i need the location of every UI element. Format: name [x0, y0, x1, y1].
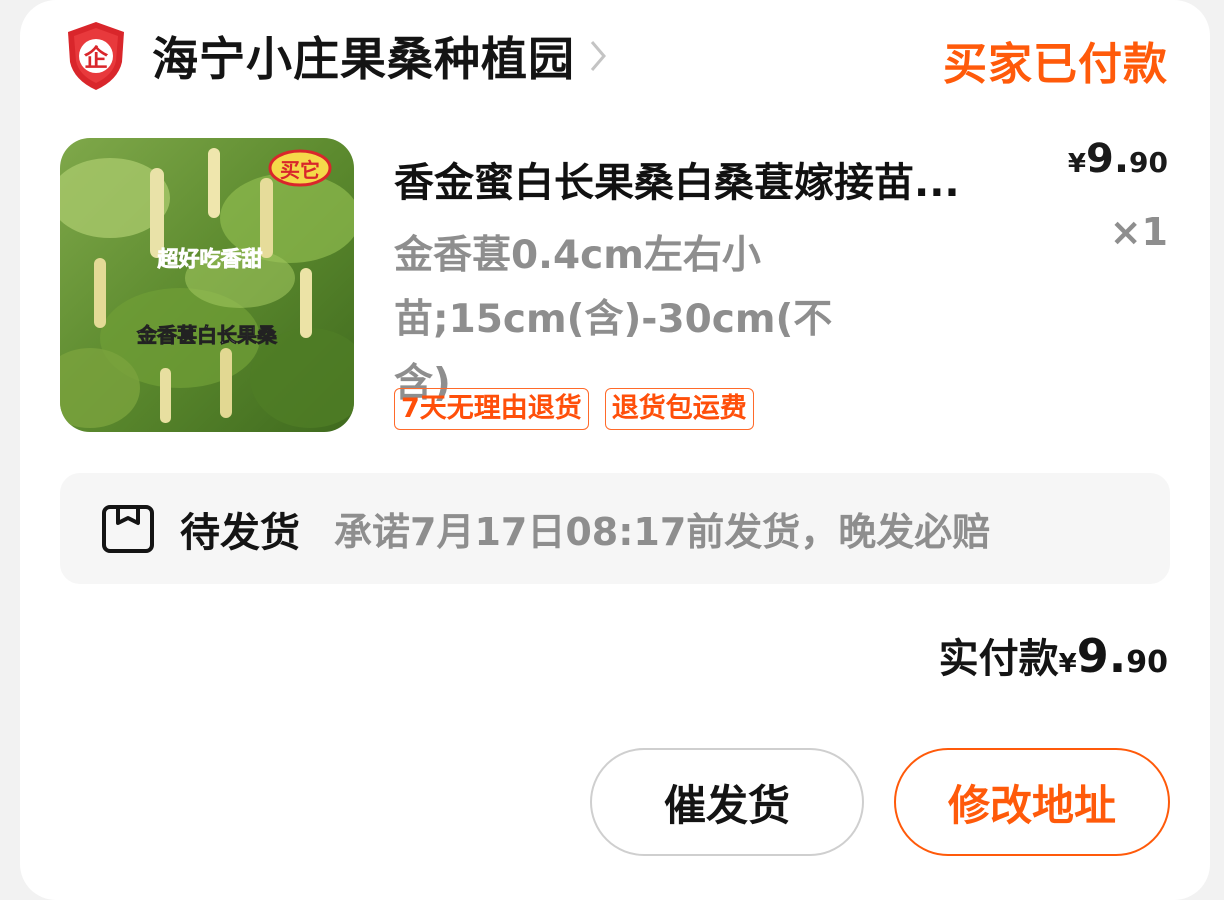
svg-text:企: 企 [84, 44, 109, 72]
product-title[interactable]: 香金蜜白长果桑白桑葚嫁接苗... [394, 150, 1054, 208]
amount-paid-currency: ¥ [1058, 649, 1077, 679]
shop-header[interactable]: 企 海宁小庄果桑种植园 [64, 18, 609, 94]
enterprise-shield-icon: 企 [68, 22, 124, 90]
price-currency: ¥ [1067, 149, 1086, 179]
chevron-right-icon[interactable] [587, 36, 609, 76]
amount-paid-decimal: 90 [1126, 645, 1168, 680]
shop-name[interactable]: 海宁小庄果桑种植园 [152, 23, 575, 89]
amount-paid-integer: 9. [1076, 629, 1127, 683]
order-card: 企 海宁小庄果桑种植园 买家已付款 买它 超好吃香甜 金香葚白长果桑 香金蜜白长… [20, 0, 1210, 900]
tag-7-day-return: 7天无理由退货 [394, 388, 589, 430]
thumbnail-slogan: 超好吃香甜 [158, 247, 263, 271]
change-address-button[interactable]: 修改地址 [894, 748, 1170, 856]
thumbnail-stamp: 买它 [280, 158, 320, 182]
price-integer: 9. [1086, 136, 1130, 182]
shipping-status-bar[interactable]: 待发货 承诺7月17日08:17前发货，晚发必赔 [60, 473, 1170, 584]
unit-price: ¥9.90 [1068, 136, 1168, 182]
urge-shipping-button[interactable]: 催发货 [590, 748, 864, 856]
price-decimal: 90 [1129, 146, 1168, 179]
shipping-state: 待发货 [180, 509, 300, 556]
order-status: 买家已付款 [943, 39, 1168, 90]
product-thumbnail[interactable]: 买它 超好吃香甜 金香葚白长果桑 [60, 138, 354, 432]
package-icon [102, 504, 154, 553]
amount-paid: 实付款¥9.90 [939, 626, 1168, 684]
amount-paid-label: 实付款 [938, 636, 1059, 682]
thumbnail-caption: 金香葚白长果桑 [136, 323, 278, 347]
quantity: ×1 [1109, 210, 1168, 254]
service-tags: 7天无理由退货 退货包运费 [394, 388, 754, 430]
tag-free-return-shipping: 退货包运费 [604, 388, 754, 430]
shipping-promise: 承诺7月17日08:17前发货，晚发必赔 [334, 510, 991, 554]
